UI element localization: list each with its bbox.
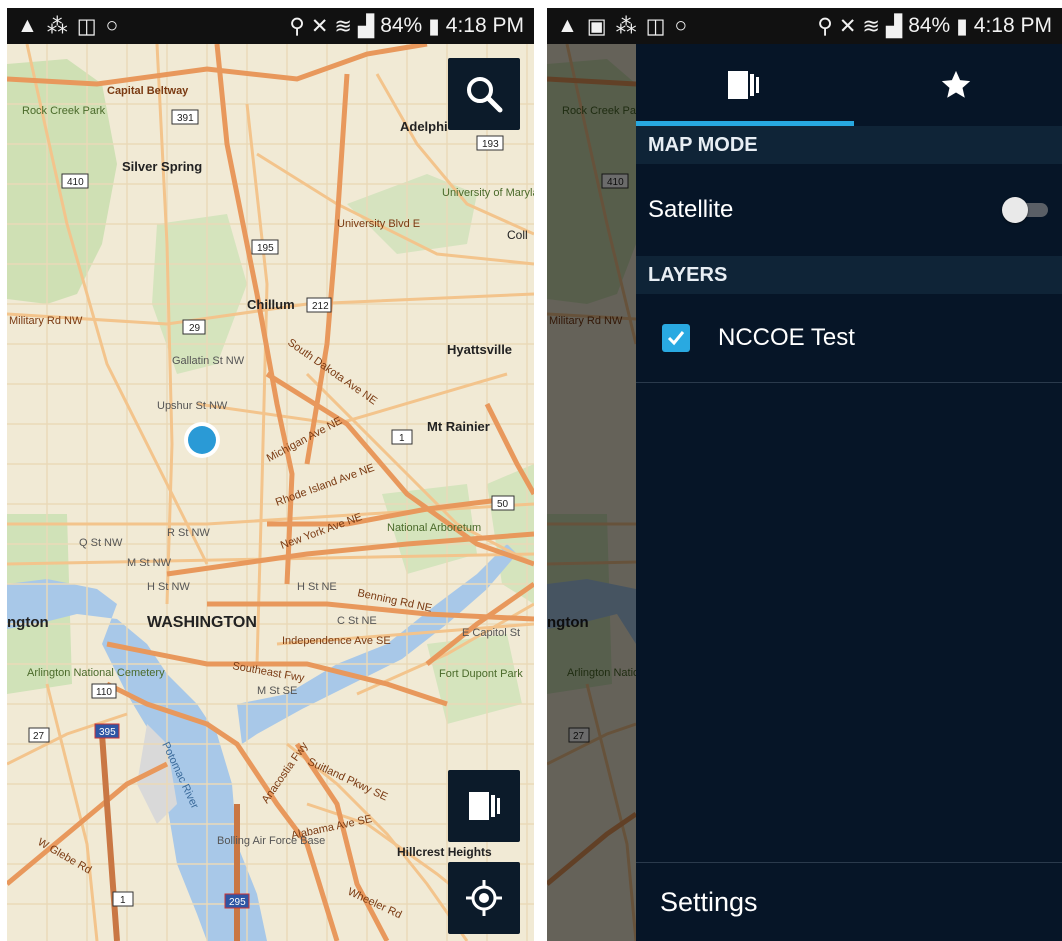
map-label: Fort Dupont Park [439, 668, 523, 680]
circle-icon: ○ [105, 14, 119, 37]
map-label: Hillcrest Heights [397, 845, 492, 859]
satellite-row[interactable]: Satellite [636, 164, 1062, 256]
map-label: Capital Beltway [107, 85, 189, 97]
route-shield: 391 [177, 113, 194, 124]
screenshot-icon: ◫ [76, 14, 97, 38]
signal-icon: ▟ [886, 14, 903, 38]
map-label: Gallatin St NW [172, 355, 245, 367]
share-icon: ⁂ [615, 14, 637, 38]
map-label: National Arboretum [387, 522, 481, 534]
battery-percent: 84% [908, 14, 951, 37]
map-label: M St SE [257, 685, 297, 697]
map-label: Arlington National Cemetery [27, 667, 165, 679]
map-label: Q St NW [79, 537, 123, 549]
route-shield: 395 [99, 727, 116, 738]
layer-name: NCCOE Test [718, 324, 855, 351]
map-label: Adelphi [400, 119, 448, 134]
layers-icon [727, 71, 759, 99]
map-label: Hyattsville [447, 342, 512, 357]
active-tab-indicator [636, 121, 854, 126]
map-label: Rock Creek Park [22, 105, 106, 117]
satellite-label: Satellite [648, 196, 734, 223]
route-shield: 195 [257, 243, 274, 254]
star-icon [941, 70, 970, 98]
drawer-scrim[interactable] [547, 44, 636, 941]
route-shield: 27 [33, 731, 45, 742]
battery-icon: ▮ [428, 14, 440, 38]
navigation-drawer: MAP MODE Satellite LAYERS NCCOE Test Set… [636, 44, 1062, 941]
satellite-toggle[interactable] [1002, 197, 1048, 223]
map-label: University of Maryland [442, 187, 534, 199]
map-label: H St NW [147, 581, 190, 593]
map-label: Coll [507, 228, 528, 242]
layer-checkbox[interactable] [662, 324, 690, 352]
status-bar: ▲ ▣ ⁂ ◫ ○ ⚲ ✕ ≋ ▟ 84% ▮ 4:18 PM [547, 8, 1062, 44]
route-shield: 50 [497, 499, 509, 510]
share-icon: ⁂ [46, 14, 68, 38]
map-label: Bolling Air Force Base [217, 835, 325, 847]
map-label: Silver Spring [122, 159, 202, 174]
map-label: Upshur St NW [157, 400, 228, 412]
mute-icon: ✕ [838, 14, 857, 38]
route-shield: 110 [96, 687, 112, 698]
search-button[interactable] [448, 58, 520, 130]
route-shield: 29 [189, 323, 201, 334]
route-shield: 1 [399, 433, 405, 444]
route-shield: 410 [67, 177, 84, 188]
map-label: University Blvd E [337, 218, 420, 230]
battery-percent: 84% [380, 14, 423, 37]
route-shield: 295 [229, 897, 246, 908]
map-label: C St NE [337, 615, 377, 627]
map-mode-header: MAP MODE [636, 126, 1062, 164]
map-label: R St NW [167, 527, 210, 539]
map-label: WASHINGTON [147, 614, 257, 631]
location-icon: ⚲ [289, 14, 305, 38]
map-screen: ▲ ⁂ ◫ ○ ⚲ ✕ ≋ ▟ 84% ▮ 4:18 PM Capital Be… [7, 8, 534, 941]
locate-me-button[interactable] [448, 862, 520, 934]
battery-icon: ▮ [956, 14, 968, 38]
layers-icon [469, 792, 500, 820]
clock: 4:18 PM [973, 14, 1052, 37]
map-label: H St NE [297, 581, 337, 593]
route-shield: 193 [482, 139, 499, 150]
map-label: ngton [7, 614, 49, 631]
signal-icon: ▟ [358, 14, 375, 38]
image-icon: ▣ [586, 14, 607, 38]
map-label: Mt Rainier [427, 419, 490, 434]
search-icon [467, 77, 503, 113]
wifi-icon: ≋ [334, 14, 353, 38]
drawer-tabs [636, 44, 1062, 126]
status-bar: ▲ ⁂ ◫ ○ ⚲ ✕ ≋ ▟ 84% ▮ 4:18 PM [7, 8, 534, 44]
route-shield: 1 [120, 895, 126, 906]
settings-label: Settings [660, 886, 758, 917]
layers-header: LAYERS [636, 256, 1062, 294]
drawer-screen: ▲ ▣ ⁂ ◫ ○ ⚲ ✕ ≋ ▟ 84% ▮ 4:18 PM MAP MODE… [547, 8, 1062, 941]
gps-locate-icon [466, 880, 502, 916]
tab-layers[interactable] [636, 44, 849, 126]
wifi-icon: ≋ [862, 14, 881, 38]
location-icon: ⚲ [817, 14, 833, 38]
checkmark-icon [667, 331, 685, 346]
route-shield: 212 [312, 301, 329, 312]
clock: 4:18 PM [445, 14, 524, 37]
map-label: Military Rd NW [9, 315, 83, 327]
warning-icon: ▲ [557, 14, 578, 37]
layers-button[interactable] [448, 770, 520, 842]
circle-icon: ○ [674, 14, 688, 37]
warning-icon: ▲ [17, 14, 38, 37]
settings-button[interactable]: Settings [636, 862, 1062, 941]
map-label: M St NW [127, 557, 172, 569]
tab-favorites[interactable] [849, 44, 1062, 126]
map-label: Chillum [247, 297, 295, 312]
mute-icon: ✕ [310, 14, 329, 38]
map-label: Independence Ave SE [282, 635, 391, 647]
layer-row-nccoe-test[interactable]: NCCOE Test [636, 294, 1062, 383]
map-label: E Capitol St [462, 627, 520, 639]
screenshot-icon: ◫ [645, 14, 666, 38]
